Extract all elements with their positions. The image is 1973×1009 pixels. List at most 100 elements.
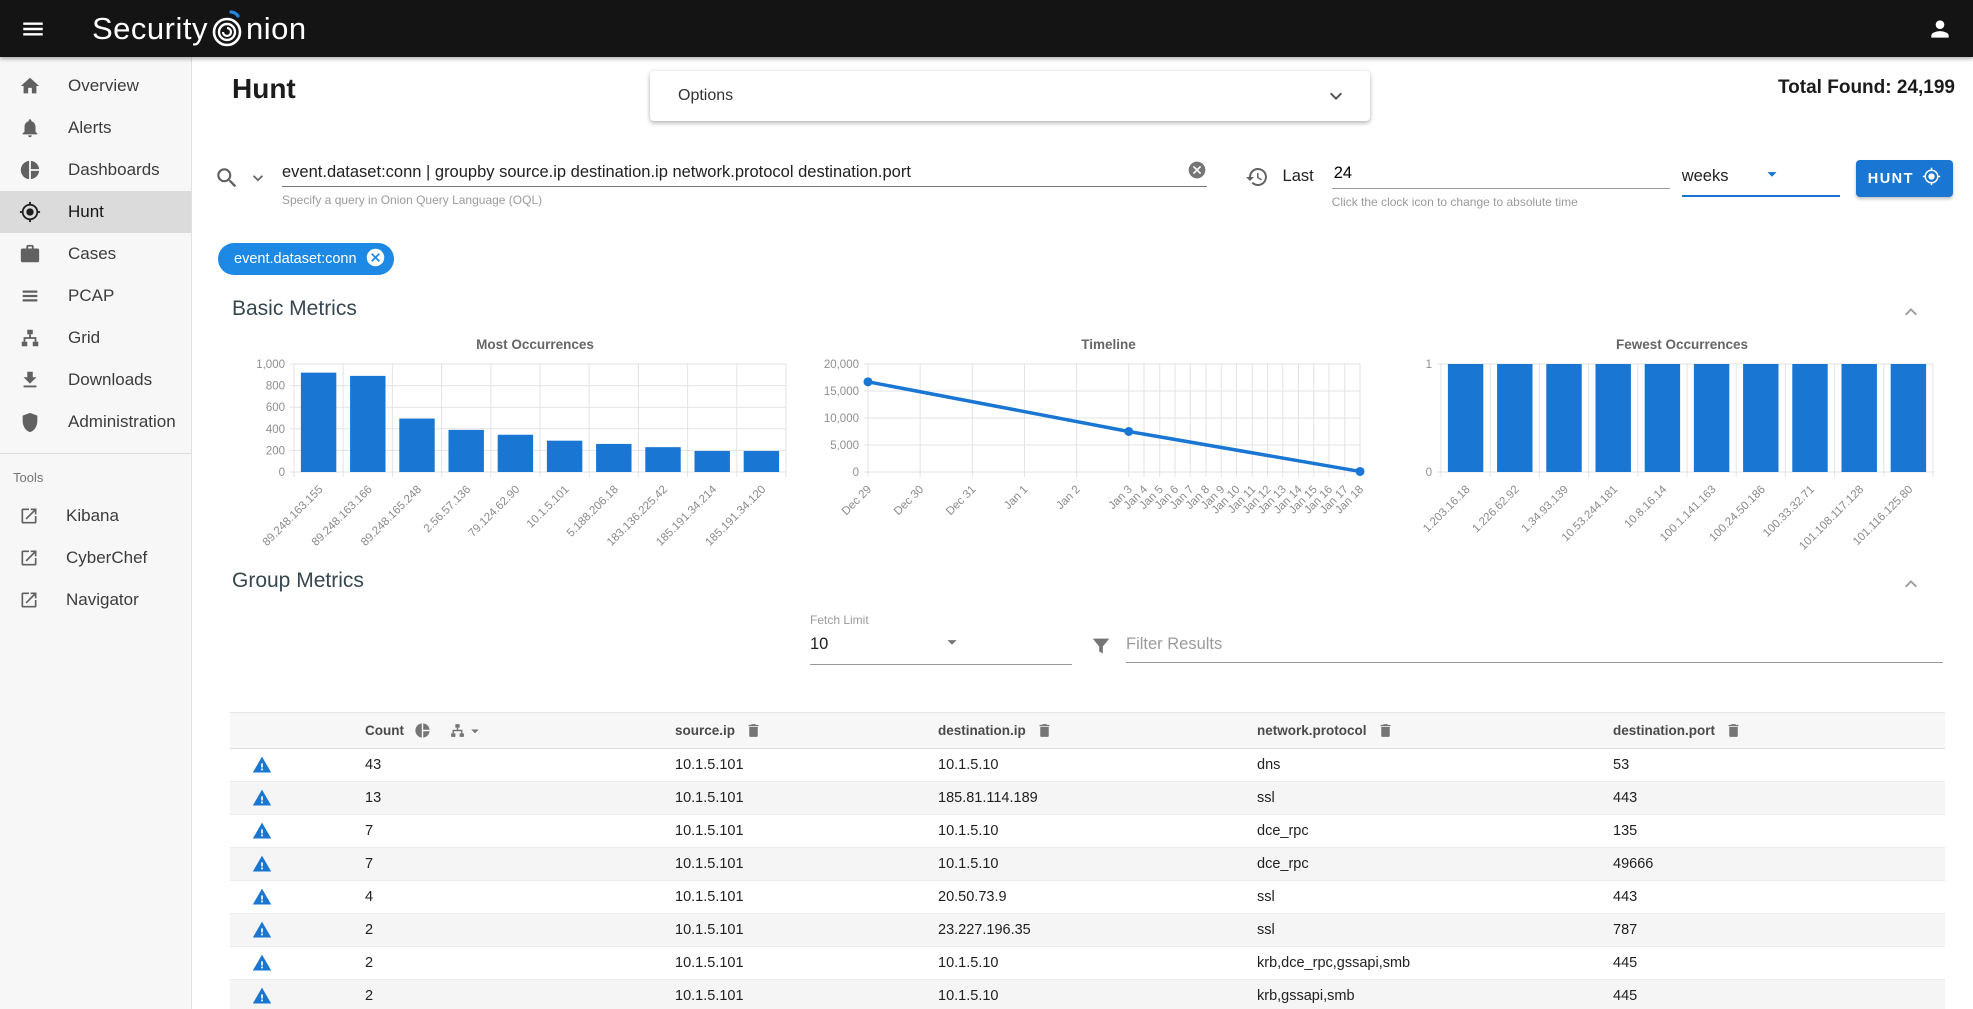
table-row[interactable]: 210.1.5.10110.1.5.10krb,dce_rpc,gssapi,s… — [230, 947, 1945, 980]
filter-chip[interactable]: event.dataset:conn — [218, 243, 394, 275]
warning-triangle-icon[interactable] — [252, 854, 272, 874]
chip-close-icon[interactable] — [365, 247, 386, 268]
charts-row: Most Occurrences 02004006008001,00089.24… — [232, 337, 1945, 565]
bar-79.124.62.90[interactable] — [498, 435, 533, 472]
chevron-up-icon[interactable] — [1899, 300, 1923, 324]
sidebar-item-grid[interactable]: Grid — [0, 317, 191, 359]
bar-100.1.141.163[interactable] — [1694, 364, 1729, 472]
menu-icon[interactable] — [20, 16, 46, 42]
sidebar-item-alerts[interactable]: Alerts — [0, 107, 191, 149]
chevron-down-icon[interactable] — [248, 168, 268, 188]
search-icon[interactable] — [214, 165, 240, 191]
bar-1.226.62.92[interactable] — [1497, 364, 1532, 472]
table-row[interactable]: 410.1.5.10120.50.73.9ssl443 — [230, 881, 1945, 914]
pie-chart-icon[interactable] — [414, 722, 431, 739]
sidebar-item-cases[interactable]: Cases — [0, 233, 191, 275]
table-row[interactable]: 1310.1.5.101185.81.114.189ssl443 — [230, 782, 1945, 815]
bar-10.53.244.181[interactable] — [1595, 364, 1630, 472]
bar-10.1.5.101[interactable] — [547, 441, 582, 472]
menu-icon[interactable] — [20, 16, 46, 42]
chart-canvas[interactable]: 05,00010,00015,00020,000Dec 29Dec 30Dec … — [806, 352, 1372, 560]
warning-triangle-icon[interactable] — [252, 755, 272, 775]
basic-metrics-collapse-icon[interactable] — [1899, 300, 1923, 324]
time-value-input[interactable] — [1332, 163, 1674, 184]
bar-183.136.225.42[interactable] — [645, 447, 680, 472]
bar-10.8.16.14[interactable] — [1645, 364, 1680, 472]
warning-triangle-icon[interactable] — [252, 821, 272, 841]
bar-100.24.50.186[interactable] — [1743, 364, 1778, 472]
column-header-label[interactable]: Count — [365, 723, 404, 738]
sidebar-item-overview[interactable]: Overview — [0, 65, 191, 107]
chart-canvas[interactable]: 02004006008001,00089.248.163.15589.248.1… — [232, 352, 798, 560]
bar-89.248.163.166[interactable] — [350, 376, 385, 472]
clear-query-icon[interactable] — [1187, 160, 1207, 180]
bar-89.248.163.155[interactable] — [301, 373, 336, 472]
table-row[interactable]: 4310.1.5.10110.1.5.10dns53 — [230, 749, 1945, 782]
warning-triangle-icon[interactable] — [252, 986, 272, 1006]
warning-triangle-icon[interactable] — [252, 953, 272, 973]
sidebar-item-hunt[interactable]: Hunt — [0, 191, 191, 233]
chevron-up-icon[interactable] — [1899, 572, 1923, 596]
data-point-Jan 18[interactable] — [1355, 467, 1364, 476]
sidebar-item-administration[interactable]: Administration — [0, 401, 191, 443]
user-icon[interactable] — [1927, 16, 1953, 42]
column-header-Count: Count — [365, 722, 675, 740]
chart-fewest-occurrences: Fewest Occurrences 011.203.16.181.226.62… — [1379, 337, 1945, 565]
main-content: Hunt Options Total Found: 24,199 Specify… — [192, 57, 1973, 1009]
group-metrics-collapse-icon[interactable] — [1899, 572, 1923, 596]
table-row[interactable]: 710.1.5.10110.1.5.10dce_rpc49666 — [230, 848, 1945, 881]
clear-query-icon[interactable] — [1187, 160, 1207, 180]
bar-185.191.34.120[interactable] — [744, 451, 779, 472]
history-clock-icon[interactable] — [1245, 165, 1269, 189]
filter-results-input[interactable] — [1126, 631, 1943, 663]
warning-triangle-icon[interactable] — [252, 920, 272, 940]
table-row[interactable]: 210.1.5.10110.1.5.10krb,gssapi,smb445 — [230, 980, 1945, 1009]
options-panel[interactable]: Options — [650, 71, 1370, 121]
warning-triangle-icon[interactable] — [252, 887, 272, 907]
caret-down-icon — [1761, 163, 1783, 185]
svg-text:20,000: 20,000 — [823, 359, 858, 371]
sidebar-tool-cyberchef[interactable]: CyberChef — [0, 537, 191, 579]
chip-close-icon[interactable] — [365, 247, 386, 272]
bar-5.188.206.18[interactable] — [596, 444, 631, 472]
sidebar-item-pcap[interactable]: PCAP — [0, 275, 191, 317]
delete-column-icon[interactable] — [1725, 722, 1742, 739]
hunt-button[interactable]: HUNT — [1856, 160, 1953, 197]
query-history-chevron-icon[interactable] — [248, 168, 268, 188]
sidebar-tool-kibana[interactable]: Kibana — [0, 495, 191, 537]
group-by-icon[interactable] — [449, 722, 466, 739]
user-icon[interactable] — [1927, 16, 1953, 42]
bar-101.108.117.128[interactable] — [1841, 364, 1876, 472]
query-input[interactable] — [282, 157, 1179, 182]
column-header-label[interactable]: destination.port — [1613, 723, 1715, 738]
search-icon[interactable] — [214, 165, 240, 191]
bar-100.33.32.71[interactable] — [1792, 364, 1827, 472]
column-header-label[interactable]: source.ip — [675, 723, 735, 738]
delete-column-icon[interactable] — [745, 722, 762, 739]
bar-185.191.34.214[interactable] — [694, 451, 729, 472]
bar-2.56.57.136[interactable] — [448, 430, 483, 472]
column-header-label[interactable]: network.protocol — [1257, 723, 1367, 738]
delete-column-icon[interactable] — [1036, 722, 1053, 739]
bar-1.203.16.18[interactable] — [1448, 364, 1483, 472]
bar-1.34.93.139[interactable] — [1546, 364, 1581, 472]
data-point-Jan 3[interactable] — [1124, 427, 1133, 436]
fetch-limit-select[interactable]: Fetch Limit 10 — [810, 613, 1072, 665]
column-header-label[interactable]: destination.ip — [938, 723, 1026, 738]
data-point-Dec 29[interactable] — [863, 377, 872, 386]
sidebar-tool-navigator[interactable]: Navigator — [0, 579, 191, 621]
group-by-menu-icon[interactable] — [466, 722, 484, 740]
sidebar-item-downloads[interactable]: Downloads — [0, 359, 191, 401]
delete-column-icon[interactable] — [1377, 722, 1394, 739]
chart-canvas[interactable]: 011.203.16.181.226.62.921.34.93.13910.53… — [1379, 352, 1945, 560]
filter-chip-label: event.dataset:conn — [234, 251, 357, 267]
table-row[interactable]: 210.1.5.10123.227.196.35ssl787 — [230, 914, 1945, 947]
bar-101.116.125.80[interactable] — [1891, 364, 1926, 472]
bar-89.248.165.248[interactable] — [399, 419, 434, 472]
time-unit-select[interactable]: weeks — [1682, 157, 1840, 197]
warning-triangle-icon[interactable] — [252, 788, 272, 808]
group-by-control[interactable] — [449, 722, 484, 740]
table-row[interactable]: 710.1.5.10110.1.5.10dce_rpc135 — [230, 815, 1945, 848]
sidebar-item-dashboards[interactable]: Dashboards — [0, 149, 191, 191]
history-clock-icon[interactable] — [1245, 165, 1269, 189]
